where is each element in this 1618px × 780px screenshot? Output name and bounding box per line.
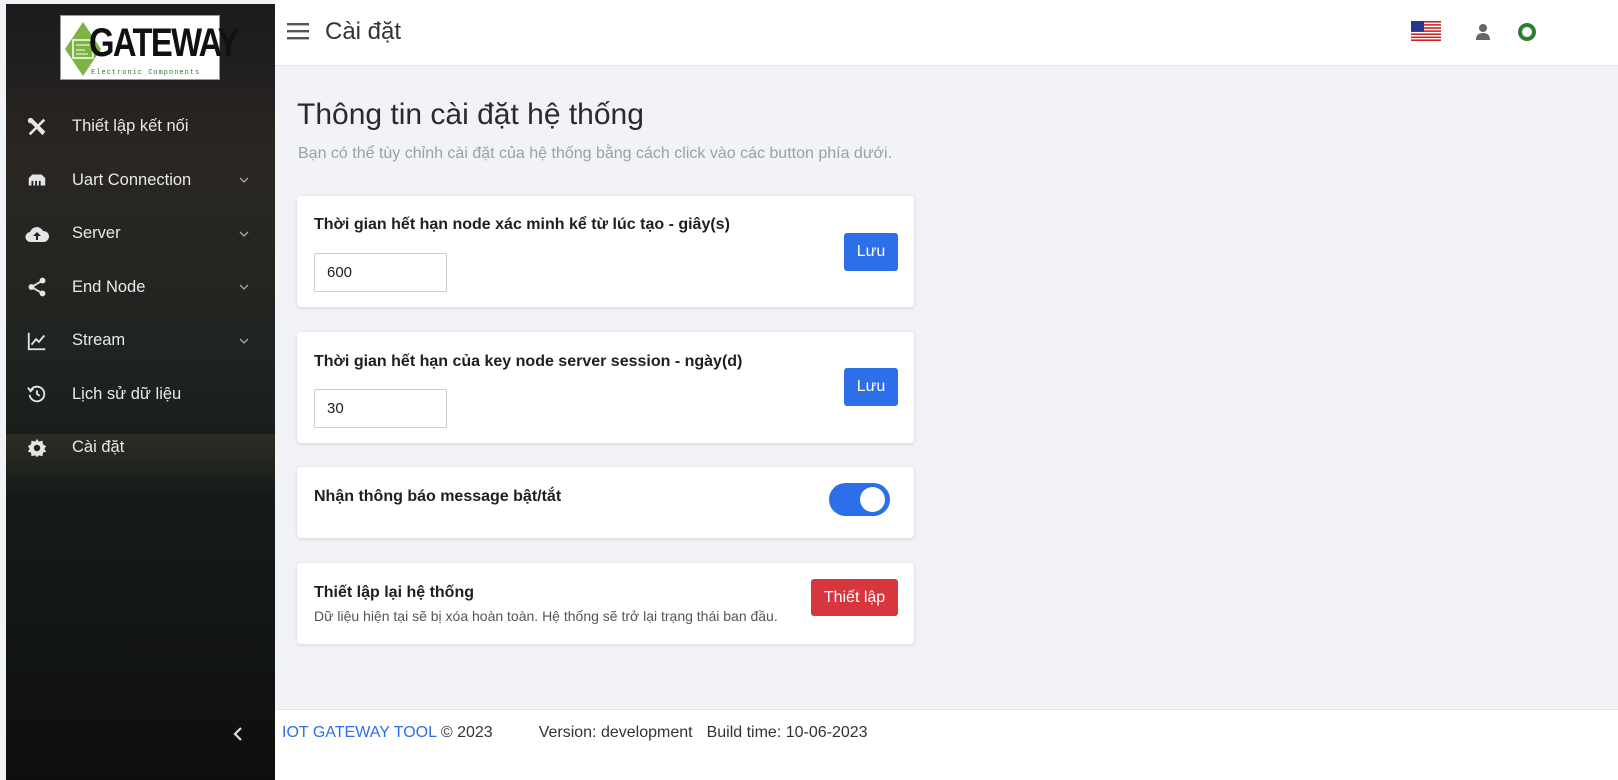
page-subtitle: Bạn có thể tùy chỉnh cài đặt của hệ thốn… <box>298 145 893 162</box>
sidebar-item-label: Lịch sử dữ liệu <box>72 384 182 403</box>
reset-card: Thiết lập lại hệ thống Dữ liệu hiện tại … <box>297 563 914 644</box>
sidebar-item-label: Cài đặt <box>72 438 125 457</box>
share-icon <box>24 274 50 300</box>
main-content: Thông tin cài đặt hệ thống Bạn có thể tù… <box>275 66 1618 709</box>
chevron-down-icon <box>239 177 249 184</box>
toggle-knob <box>860 487 885 512</box>
chevron-down-icon <box>239 284 249 291</box>
page-title: Thông tin cài đặt hệ thống <box>297 98 644 131</box>
footer-info: IOT GATEWAY TOOL © 2023 Version: developm… <box>282 724 868 742</box>
sidebar-item-label: Server <box>72 224 121 243</box>
us-flag-icon[interactable] <box>1411 21 1441 41</box>
line-chart-icon <box>24 328 50 354</box>
sidebar-item-label: Thiết lập kết nối <box>72 117 189 136</box>
sidebar-item-settings[interactable]: Cài đặt <box>6 421 275 475</box>
online-status-icon[interactable] <box>1518 23 1536 41</box>
chevron-down-icon <box>239 231 249 237</box>
sidebar-item-label: Uart Connection <box>72 170 192 189</box>
hamburger-menu-icon[interactable] <box>285 18 311 44</box>
sidebar-item-server[interactable]: Server <box>6 207 275 261</box>
sidebar-item-connection-setup[interactable]: Thiết lập kết nối <box>6 100 275 154</box>
page-header-title: Cài đặt <box>325 18 402 45</box>
sidebar-item-label: Stream <box>72 331 126 350</box>
logo-text: GATEWAY <box>89 21 240 65</box>
gateway-logo[interactable]: GATEWAY Electronic Components <box>60 15 240 80</box>
tools-icon <box>24 114 50 140</box>
history-icon <box>24 381 50 407</box>
user-icon[interactable] <box>1473 22 1493 42</box>
key-expire-title: Thời gian hết hạn của key node server se… <box>314 353 743 370</box>
sidebar-item-label: End Node <box>72 277 146 296</box>
sidebar-nav: Thiết lập kết nối Uart Connection Server… <box>6 100 275 475</box>
node-expire-title: Thời gian hết hạn node xác minh kể từ lú… <box>314 216 730 233</box>
key-expire-card: Thời gian hết hạn của key node server se… <box>297 332 914 443</box>
sidebar: GATEWAY Electronic Components Thiết lập … <box>6 4 275 780</box>
sidebar-item-data-history[interactable]: Lịch sử dữ liệu <box>6 368 275 422</box>
footer-version: Version: development <box>538 724 693 741</box>
notification-title: Nhận thông báo message bật/tắt <box>314 488 562 505</box>
footer: IOT GATEWAY TOOL © 2023 Version: developm… <box>275 709 1618 780</box>
key-expire-input[interactable] <box>314 389 447 428</box>
reset-title: Thiết lập lại hệ thống <box>314 584 474 601</box>
sidebar-item-end-node[interactable]: End Node <box>6 261 275 315</box>
notification-card: Nhận thông báo message bật/tắt <box>297 467 914 538</box>
reset-description: Dữ liệu hiện tại sẽ bị xóa hoàn toàn. Hệ… <box>314 608 778 624</box>
node-expire-save-button[interactable]: Lưu <box>844 233 898 271</box>
chevron-down-icon <box>239 338 249 344</box>
sidebar-collapse-icon[interactable] <box>228 722 248 746</box>
key-expire-save-button[interactable]: Lưu <box>844 368 898 406</box>
node-expire-input[interactable] <box>314 253 447 292</box>
footer-brand-link[interactable]: IOT GATEWAY TOOL <box>282 724 436 741</box>
notification-toggle[interactable] <box>829 483 890 516</box>
cloud-upload-icon <box>24 221 50 247</box>
top-header: Cài đặt <box>275 0 1618 66</box>
footer-copyright: © 2023 <box>440 724 493 741</box>
reset-system-button[interactable]: Thiết lập <box>811 579 898 616</box>
node-expire-card: Thời gian hết hạn node xác minh kể từ lú… <box>297 196 914 307</box>
logo-subtext: Electronic Components <box>91 69 201 77</box>
sidebar-item-stream[interactable]: Stream <box>6 314 275 368</box>
ethernet-icon <box>24 167 50 193</box>
gear-icon <box>24 435 50 461</box>
sidebar-item-uart-connection[interactable]: Uart Connection <box>6 154 275 208</box>
footer-build-time: Build time: 10-06-2023 <box>706 724 868 741</box>
